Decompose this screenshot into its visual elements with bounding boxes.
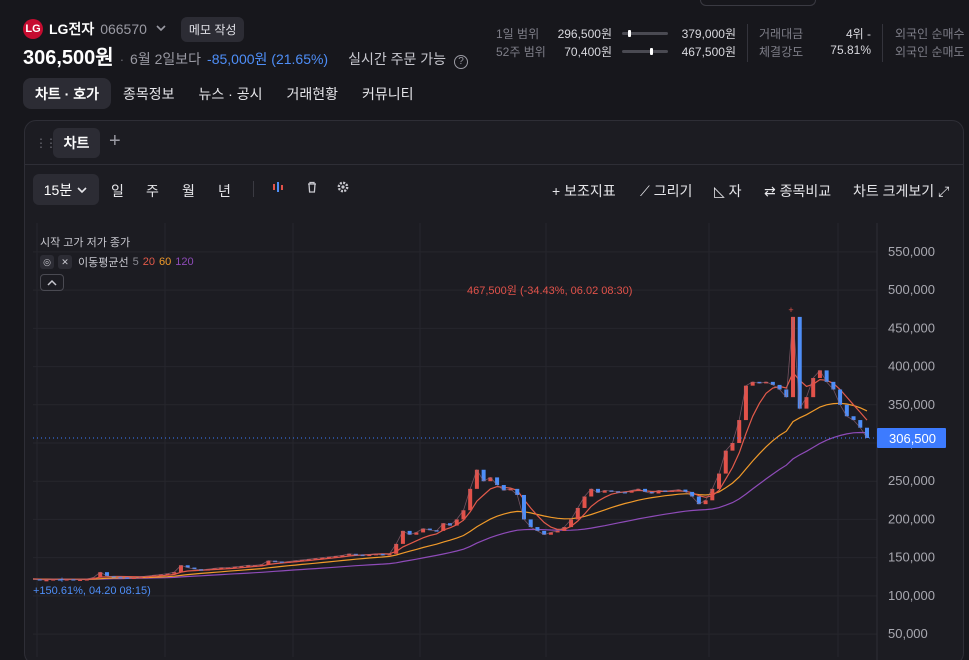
day-range-label: 1일 범위 [496,26,540,41]
day-range-low: 296,500원 [557,26,612,41]
company-logo: LG [23,19,43,39]
tab-trading-status[interactable]: 거래현황 [274,78,350,109]
week52-range-high: 467,500원 [681,44,736,59]
foreign-net-buy-label: 외국인 순매수 [895,27,965,41]
foreign-net-sell: 외국인 순매도 [895,43,965,59]
tab-news[interactable]: 뉴스 · 공시 [187,78,275,109]
stats-divider [882,24,883,62]
y-tick-label: 400,000 [888,359,935,374]
day-range: 1일 범위 296,500원 379,000원 [496,25,736,41]
y-tick-label: 550,000 [888,244,935,259]
chart-panel: ⋮⋮ 차트 + 15분 일 주 월 년 + 보조지표 ⟋ 그리기 ◺ 자 ⇄ 종… [24,120,964,660]
stock-header: LG LG전자 066570 메모 작성 306,500원 · 6월 2일보다 … [0,0,969,72]
ma-legend-120: 120 [175,256,194,268]
trade-strength-value: 75.81% [830,43,871,57]
y-tick-label: 200,000 [888,511,935,526]
low-marker-icon: + [59,575,64,585]
trade-amount-label: 거래대금 [759,27,804,41]
week52-range-label: 52주 범위 [496,44,546,59]
ma-line-20 [32,371,868,580]
tab-community[interactable]: 커뮤니티 [350,78,426,109]
chevron-down-icon[interactable] [155,22,167,37]
memo-button[interactable]: 메모 작성 [180,16,245,42]
y-tick-label: 100,000 [888,588,935,603]
collapse-legend-button[interactable] [40,274,64,291]
chevron-up-icon [47,279,57,286]
price-chart[interactable]: 550,000500,000450,000400,000350,000300,0… [25,121,964,660]
ma-legend-5: 5 [132,256,139,268]
low-annotation: +150.61%, 04.20 08:15) [33,585,151,597]
visibility-icon[interactable]: ◎ [40,255,54,269]
ohlc-legend: 시작 고가 저가 종가 [40,237,131,249]
foreign-net-buy: 외국인 순매수 [895,25,965,41]
week52-range-marker [649,47,653,55]
y-tick-label: 50,000 [888,626,928,641]
top-popover-edge [700,0,816,6]
trade-amount-value: 4위 - [845,27,871,41]
week52-range: 52주 범위 70,400원 467,500원 [496,43,736,59]
tab-chart-orderbook[interactable]: 차트 · 호가 [23,78,111,109]
high-marker-icon: + [788,305,793,315]
trade-strength: 체결강도 75.81% [759,43,871,59]
week52-range-low: 70,400원 [564,44,612,59]
price-row: 306,500원 · 6월 2일보다 -85,000원 (21.65%) 실시간… [23,41,469,70]
y-tick-label: 150,000 [888,550,935,565]
close-icon[interactable]: ✕ [58,255,72,269]
high-annotation: 467,500원 (-34.43%, 06.02 08:30) [467,284,632,297]
current-price-label: 306,500 [889,431,936,446]
foreign-net-sell-label: 외국인 순매도 [895,45,965,59]
stock-name[interactable]: LG전자 [49,19,94,39]
y-tick-label: 250,000 [888,473,935,488]
ma-legend-name: 이동평균선 [78,257,129,269]
trade-amount: 거래대금 4위 - [759,25,871,41]
realtime-order-label: 실시간 주문 가능 [348,51,447,67]
ma-legend-60: 60 [158,256,172,268]
candle [521,494,526,520]
trade-strength-label: 체결강도 [759,45,804,59]
y-tick-label: 450,000 [888,320,935,335]
help-icon[interactable]: ? [454,55,469,69]
current-price: 306,500원 [23,47,114,69]
ma-legend-20: 20 [142,256,155,268]
stock-nav-tabs: 차트 · 호가 종목정보 뉴스 · 공시 거래현황 커뮤니티 [23,78,426,109]
y-tick-label: 500,000 [888,282,935,297]
stats-divider [747,24,748,62]
y-tick-label: 350,000 [888,397,935,412]
stock-code: 066570 [100,21,147,37]
week52-range-bar [622,47,668,55]
candle [468,488,473,511]
moving-average-legend: ◎ ✕ 이동평균선 5 20 60 120 [40,254,194,270]
compare-label: 6월 2일보다 [130,51,202,67]
day-range-bar [622,29,668,37]
separator-dot: · [119,52,125,67]
price-change: -85,000원 (21.65%) [207,51,329,67]
day-range-high: 379,000원 [681,26,736,41]
day-range-marker [627,29,631,37]
stock-title-row: LG LG전자 066570 메모 작성 [23,16,245,42]
tab-stock-info[interactable]: 종목정보 [111,78,187,109]
